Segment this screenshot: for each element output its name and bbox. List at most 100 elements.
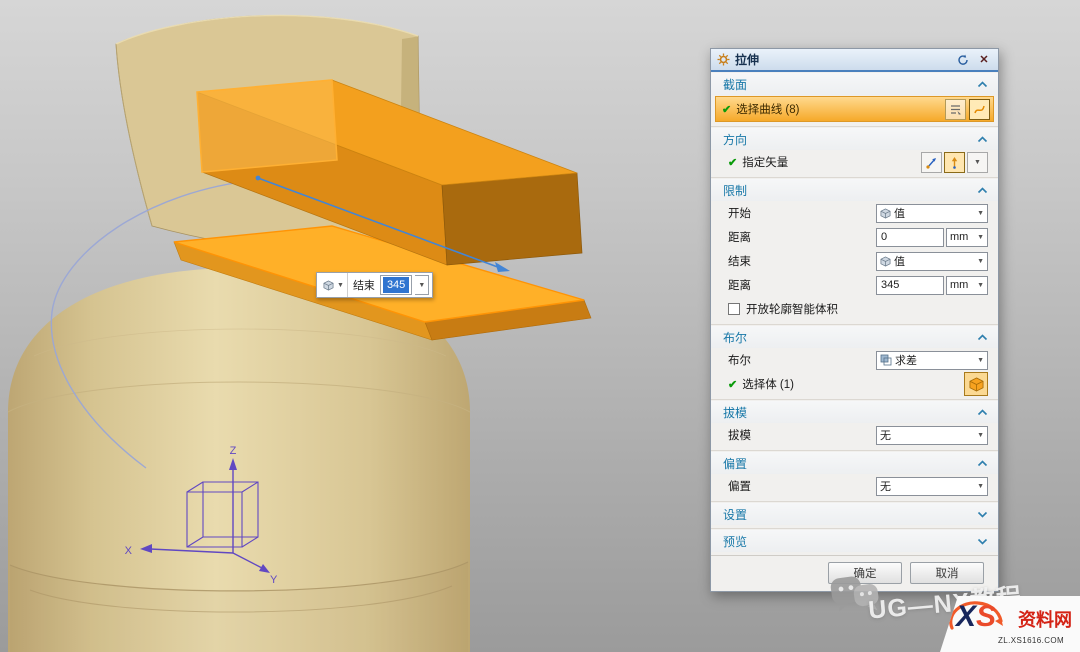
open-profile-checkbox[interactable] [728, 303, 740, 315]
dropdown-caret-icon: ▼ [975, 483, 984, 490]
start-distance-input[interactable]: 0 [876, 228, 944, 247]
boolean-value: 求差 [895, 352, 917, 368]
draft-header-label: 拔模 [723, 404, 747, 421]
start-distance-row: 距离 0 mm ▼ [711, 225, 998, 249]
dropdown-caret-icon: ▼ [975, 210, 984, 217]
chevron-up-icon [977, 409, 988, 416]
end-type-dropdown[interactable]: 值 ▼ [876, 252, 988, 271]
axis-x-label: X [125, 545, 133, 557]
group-settings: 设置 [711, 502, 998, 529]
close-icon[interactable]: ✕ [976, 52, 992, 68]
extrude-section-preview[interactable] [197, 80, 337, 172]
start-label: 开始 [728, 205, 751, 221]
offset-label: 偏置 [728, 478, 751, 494]
open-profile-row: 开放轮廓智能体积 [711, 297, 998, 321]
end-unit-dropdown[interactable]: mm ▼ [946, 276, 988, 295]
dropdown-caret-icon: ▼ [975, 432, 984, 439]
group-preview: 预览 [711, 529, 998, 555]
onscreen-end-label: 结束 [351, 277, 377, 293]
offset-header[interactable]: 偏置 [711, 452, 998, 474]
start-distance-label: 距离 [728, 229, 751, 245]
draft-dropdown[interactable]: 无 ▼ [876, 426, 988, 445]
select-body-row: ✔ 选择体 (1) [711, 372, 998, 396]
dropdown-caret-icon: ▼ [975, 234, 984, 241]
group-offset: 偏置 偏置 无 ▼ [711, 451, 998, 502]
cube-icon [880, 256, 891, 267]
dialog-titlebar[interactable]: 拉伸 ✕ [711, 49, 998, 72]
boolean-header-label: 布尔 [723, 329, 747, 346]
chevron-up-icon [977, 81, 988, 88]
check-icon: ✔ [722, 103, 731, 116]
boolean-label: 布尔 [728, 352, 751, 368]
end-distance-input[interactable]: 345 [380, 275, 412, 295]
start-type-dropdown[interactable]: 值 ▼ [876, 204, 988, 223]
end-distance-label: 距离 [728, 277, 751, 293]
boolean-dropdown[interactable]: 求差 ▼ [876, 351, 988, 370]
subtract-icon [880, 354, 892, 366]
boolean-type-row: 布尔 求差 ▼ [711, 348, 998, 372]
dropdown-caret-icon: ▼ [974, 159, 981, 166]
selection-list-icon[interactable] [945, 99, 966, 120]
vector-axis-icon[interactable] [944, 152, 965, 173]
direction-header-label: 方向 [723, 131, 747, 148]
cube-icon [323, 280, 334, 291]
logo-site-name: 资料网 [1018, 606, 1072, 632]
value-options-dropdown[interactable]: ▼ [415, 275, 429, 295]
select-curve-row[interactable]: ✔ 选择曲线 (8) [715, 96, 994, 122]
start-unit-dropdown[interactable]: mm ▼ [946, 228, 988, 247]
offset-dropdown[interactable]: 无 ▼ [876, 477, 988, 496]
select-body-button[interactable] [964, 372, 988, 396]
end-distance-field[interactable]: 345 [876, 276, 944, 295]
preview-header-label: 预览 [723, 533, 747, 550]
specify-vector-row: ✔ 指定矢量 [711, 150, 998, 174]
open-profile-label: 开放轮廓智能体积 [746, 301, 838, 317]
onscreen-distance-editor: ▼ 结束 345 ▼ [316, 272, 433, 298]
section-header-label: 截面 [723, 76, 747, 93]
group-boolean: 布尔 布尔 求差 ▼ [711, 325, 998, 400]
specify-vector-label: 指定矢量 [742, 154, 788, 170]
boolean-header[interactable]: 布尔 [711, 326, 998, 348]
axis-z-label: Z [230, 445, 237, 457]
dropdown-caret-icon: ▼ [975, 282, 984, 289]
end-type-value: 值 [894, 253, 905, 269]
selected-value: 345 [383, 277, 409, 293]
chevron-up-icon [977, 136, 988, 143]
formula-options-dropdown[interactable]: ▼ [320, 273, 348, 297]
dropdown-caret-icon: ▼ [975, 258, 984, 265]
draft-label: 拔模 [728, 427, 751, 443]
draft-value: 无 [880, 427, 891, 443]
preview-header[interactable]: 预览 [711, 530, 998, 552]
extrude-dialog: 拉伸 ✕ 截面 ✔ 选择曲线 (8) [710, 48, 999, 592]
chevron-up-icon [977, 460, 988, 467]
limits-header-label: 限制 [723, 182, 747, 199]
check-icon: ✔ [728, 156, 737, 169]
dropdown-caret-icon: ▼ [337, 282, 344, 289]
chevron-up-icon [977, 334, 988, 341]
end-type-row: 结束 值 ▼ [711, 249, 998, 273]
dropdown-caret-icon: ▼ [975, 357, 984, 364]
section-header[interactable]: 截面 [711, 73, 998, 95]
offset-value: 无 [880, 478, 891, 494]
offset-header-label: 偏置 [723, 455, 747, 472]
select-body-label: 选择体 (1) [742, 376, 794, 392]
chevron-down-icon [977, 538, 988, 545]
reset-icon[interactable] [955, 52, 971, 68]
vector-options-dropdown[interactable]: ▼ [967, 152, 988, 173]
draft-header[interactable]: 拔模 [711, 401, 998, 423]
dropdown-caret-icon: ▼ [418, 282, 425, 289]
logo-domain-text: ZL.XS1616.COM [998, 636, 1064, 645]
end-unit-value: mm [950, 279, 968, 291]
offset-type-row: 偏置 无 ▼ [711, 474, 998, 498]
chevron-up-icon [977, 187, 988, 194]
solid-body-icon [969, 377, 984, 392]
gear-icon [717, 53, 730, 66]
limits-header[interactable]: 限制 [711, 179, 998, 201]
vector-constructor-icon[interactable] [921, 152, 942, 173]
end-distance-row: 距离 345 mm ▼ [711, 273, 998, 297]
axis-y-label: Y [270, 574, 278, 586]
cube-icon [880, 208, 891, 219]
curve-rule-icon[interactable] [969, 99, 990, 120]
settings-header[interactable]: 设置 [711, 503, 998, 525]
dialog-title: 拉伸 [735, 51, 759, 68]
direction-header[interactable]: 方向 [711, 128, 998, 150]
